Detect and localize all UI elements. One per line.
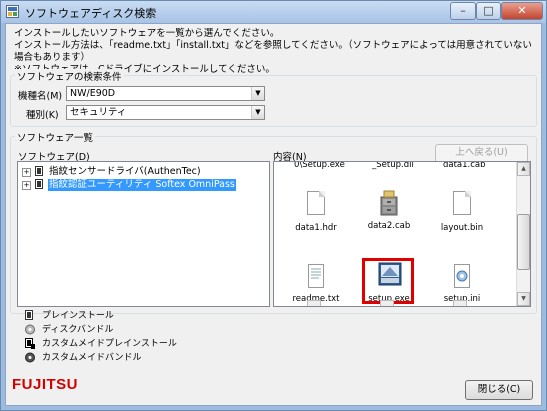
expand-icon[interactable]: + bbox=[22, 181, 31, 190]
minimize-button[interactable]: – bbox=[450, 2, 476, 20]
app-window: ソフトウェアディスク検索 – □ ✕ インストールしたいソフトウェアを一覧から選… bbox=[0, 0, 547, 411]
category-select[interactable]: セキュリティ ▼ bbox=[66, 105, 265, 120]
model-select[interactable]: NW/E90D ▼ bbox=[66, 86, 265, 101]
file-name: data1.hdr bbox=[295, 223, 337, 233]
maximize-icon: □ bbox=[483, 4, 494, 17]
close-window-button[interactable]: ✕ bbox=[501, 2, 543, 20]
legend-label: カスタムメイドプレインストール bbox=[42, 339, 177, 349]
custom-preinstall-icon bbox=[25, 338, 35, 349]
file-item[interactable]: data2.cab bbox=[354, 189, 424, 231]
cabinet-icon bbox=[380, 190, 398, 216]
search-conditions-legend: ソフトウェアの検索条件 bbox=[15, 69, 124, 83]
document-icon bbox=[307, 300, 321, 306]
scrollbar[interactable]: ▲ ▼ bbox=[516, 162, 530, 306]
legend-label: ディスクバンドル bbox=[42, 325, 114, 335]
title-bar[interactable]: ソフトウェアディスク検索 – □ ✕ bbox=[1, 1, 546, 23]
minimize-icon: – bbox=[460, 4, 466, 17]
close-button[interactable]: 閉じる(C) bbox=[465, 380, 533, 400]
maximize-button[interactable]: □ bbox=[476, 2, 501, 20]
tree-item-label: 指紋センサードライバ(AuthenTec) bbox=[49, 166, 201, 177]
category-value: セキュリティ bbox=[70, 107, 127, 118]
file-label-cut: 0\Setup.exe bbox=[294, 161, 345, 170]
setup-exe-icon bbox=[378, 262, 402, 286]
settings-file-icon bbox=[454, 264, 470, 288]
file-item-setup-exe[interactable]: setup.exe bbox=[354, 262, 424, 304]
scroll-down-icon[interactable]: ▼ bbox=[517, 292, 530, 306]
model-value: NW/E90D bbox=[70, 88, 116, 99]
legend-label: プレインストール bbox=[42, 311, 114, 321]
file-name: layout.bin bbox=[440, 223, 484, 233]
file-item[interactable]: layout.bin bbox=[427, 189, 497, 233]
tree-item-label-selected: 指紋認証ユーティリティ Softex OmniPass bbox=[48, 179, 236, 191]
chevron-down-icon: ▼ bbox=[251, 87, 264, 100]
contents-view[interactable]: 0\Setup.exe _Setup.dll data1.cab data1.h… bbox=[273, 161, 531, 307]
document-icon bbox=[453, 191, 471, 215]
file-label-cut: _Setup.dll bbox=[372, 161, 414, 170]
legend-label: カスタムメイドバンドル bbox=[42, 353, 142, 363]
file-item[interactable]: data1.hdr bbox=[281, 189, 351, 233]
document-icon bbox=[380, 300, 394, 306]
instruction-line-1: インストールしたいソフトウェアを一覧から選んでください。 bbox=[14, 28, 280, 39]
software-list-legend: ソフトウェア一覧 bbox=[15, 130, 96, 144]
file-item[interactable]: setup.ini bbox=[427, 262, 497, 304]
document-icon bbox=[307, 191, 325, 215]
custom-bundle-icon bbox=[25, 352, 35, 363]
window-title: ソフトウェアディスク検索 bbox=[25, 7, 157, 20]
close-icon: ✕ bbox=[517, 4, 527, 17]
fujitsu-logo: FUJITSU bbox=[12, 376, 79, 393]
preinstall-icon bbox=[35, 166, 43, 176]
instruction-line-2: インストール方法は、「readme.txt」「install.txt」などを参照… bbox=[14, 40, 532, 63]
model-label: 機種名(M) bbox=[18, 91, 63, 102]
scroll-thumb[interactable] bbox=[517, 214, 530, 270]
document-icon bbox=[453, 300, 467, 306]
scroll-up-icon[interactable]: ▲ bbox=[517, 162, 530, 176]
file-label-cut: data1.cab bbox=[443, 161, 486, 170]
preinstall-icon bbox=[25, 310, 33, 320]
file-item[interactable]: readme.txt bbox=[281, 262, 351, 304]
software-tree[interactable]: + 指紋センサードライバ(AuthenTec) + 指紋認証ユーティリティ So… bbox=[17, 161, 270, 307]
preinstall-icon bbox=[35, 179, 43, 189]
client-area: インストールしたいソフトウェアを一覧から選んでください。 インストール方法は、「… bbox=[5, 23, 542, 406]
app-icon bbox=[6, 5, 19, 18]
file-name: data2.cab bbox=[367, 221, 411, 231]
disc-bundle-icon bbox=[25, 324, 35, 335]
category-label: 種別(K) bbox=[26, 110, 59, 121]
expand-icon[interactable]: + bbox=[22, 168, 31, 177]
chevron-down-icon: ▼ bbox=[251, 106, 264, 119]
text-file-icon bbox=[308, 264, 324, 288]
